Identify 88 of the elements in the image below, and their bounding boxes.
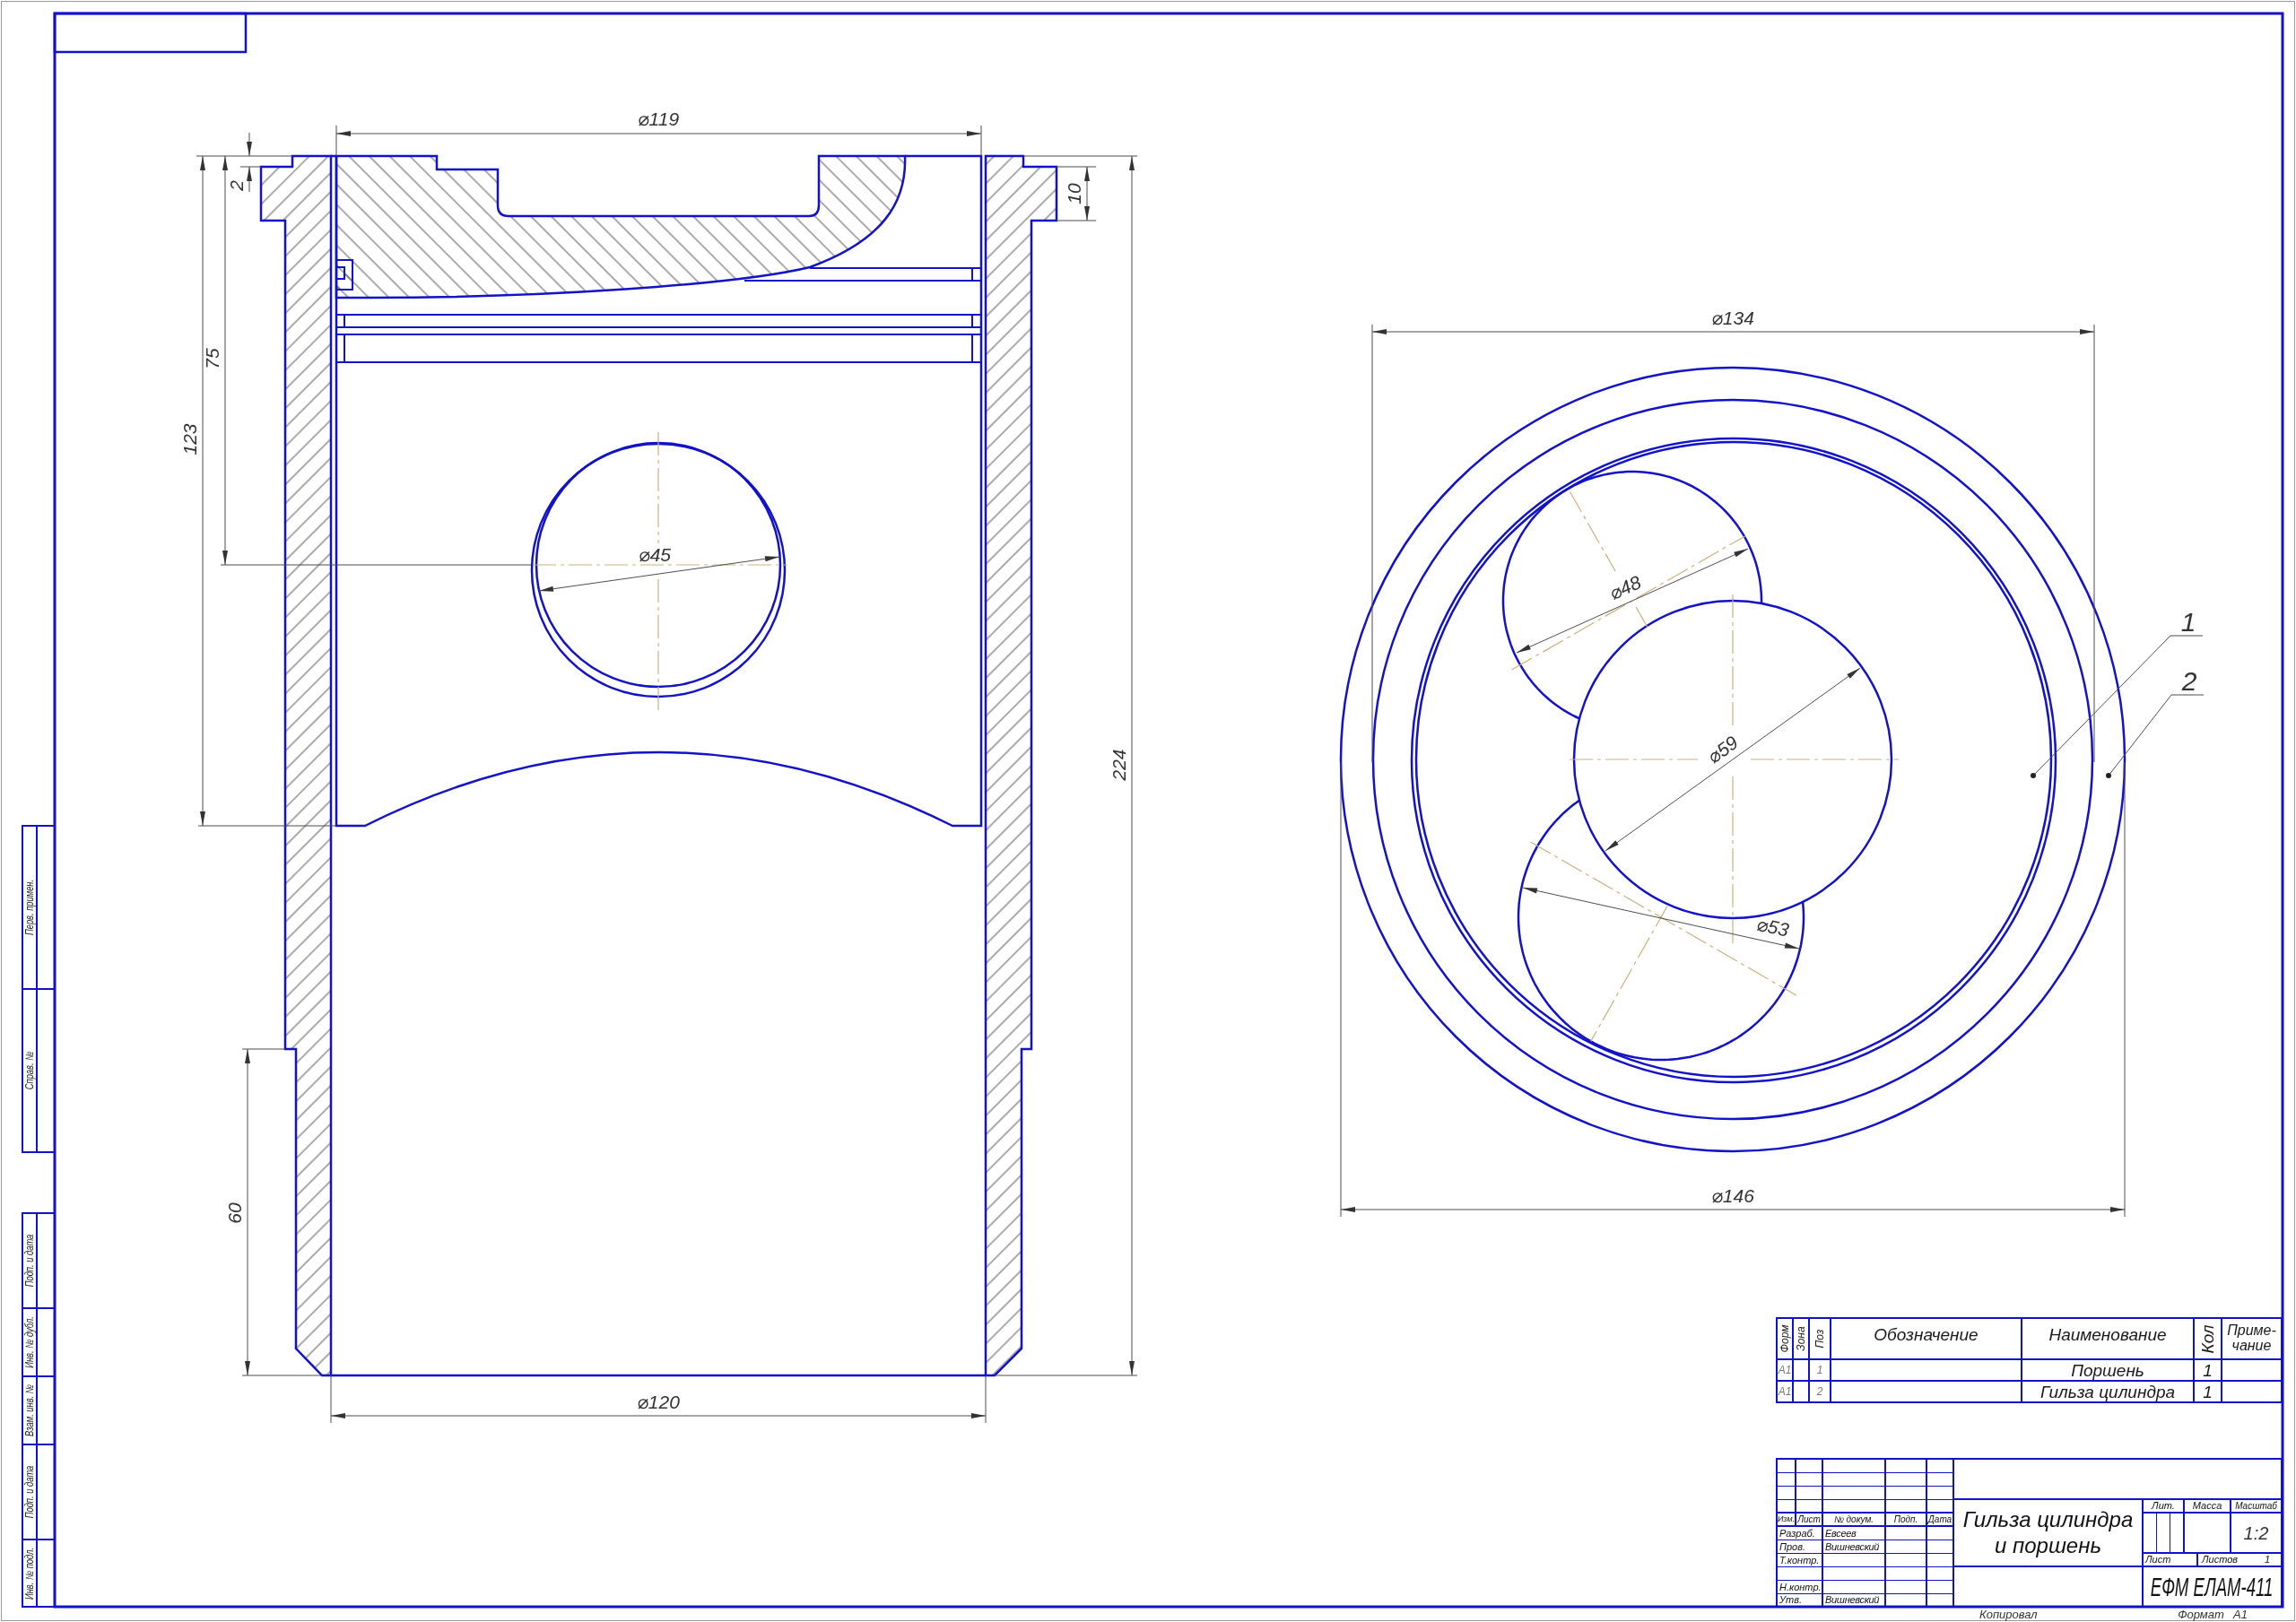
drawing-designation: ЕФМ ЕЛАМ-411 [2151,1573,2274,1600]
column-header: Форм [1779,1324,1790,1353]
extension-line [1056,220,1097,221]
blank-field [1927,1473,1954,1487]
extension-line [335,125,337,157]
extension-line [241,1048,286,1050]
scale-value: 1:2 [2243,1523,2269,1542]
blank-field [1886,1554,1927,1567]
stamp-label: Взам. инв. № [24,1384,35,1436]
format-code: A1 [1778,1365,1792,1375]
signer-name: Вишневский [1825,1595,1880,1605]
dimension-label: 75 [202,348,222,369]
format-code: A1 [1778,1386,1792,1397]
column-header: Зона [1796,1326,1806,1351]
column-header: Дата [1927,1514,1952,1524]
blank-field [1927,1487,1954,1500]
extension-line [239,166,262,168]
column-header: Наименование [2048,1326,2167,1343]
stamp-label: Справ. № [24,1051,35,1090]
column-header: Приме-чание [2226,1323,2277,1354]
blank-field [1927,1581,1954,1594]
column-header: Масса [2192,1501,2222,1511]
blank-field [1886,1567,1927,1581]
extension-line [985,1375,987,1424]
quantity-value: 1 [2203,1383,2213,1401]
blank-field [1886,1487,1927,1500]
dimension-label: 2 [226,180,247,191]
part-name: Поршень [2071,1361,2144,1379]
sheet-count: 1 [2264,1555,2270,1565]
blank-field [1823,1473,1886,1487]
blank-field [1823,1567,1886,1581]
signature-role: Пров. [1779,1541,1805,1552]
stamp-label: Инв. № подл. [24,1547,35,1600]
blank-field [1796,1487,1823,1500]
blank-field [1823,1487,1886,1500]
dimension-label: 60 [224,1202,245,1224]
signature-role: Утв. [1779,1595,1802,1605]
dimension-label: ⌀53 [1754,913,1791,941]
format-value: A1 [2233,1608,2248,1620]
dimension-label: ⌀59 [1703,732,1742,768]
footer-label: Копировал [1979,1608,2038,1620]
position-number: 2 [2181,666,2197,696]
signer-name: Вишневский [1825,1541,1880,1552]
position-number: 1 [2180,607,2196,637]
drawing-title: Гильза цилиндра и поршень [1961,1506,2135,1559]
dimension-label: ⌀120 [637,1392,680,1412]
column-header: Поз [1814,1329,1825,1349]
column-header: Масштаб [2235,1501,2277,1511]
dimension-label: ⌀45 [639,544,671,565]
column-header: № докум. [1833,1514,1874,1524]
dimension-label: 10 [1064,183,1084,204]
blank-field [1927,1540,1954,1554]
dimension-line [1084,166,1090,221]
sheet-label: Лист [2145,1555,2171,1565]
dimension-label: 123 [179,423,200,455]
blank-field [1927,1567,1954,1581]
extension-line [1056,166,1097,168]
column-header: Лист [1797,1514,1821,1524]
blank-field [1796,1473,1823,1487]
dimension-label: 224 [1109,749,1129,781]
dimension-line [247,132,252,193]
stamp-label: Подп. и дата [24,1234,35,1288]
signature-role: Т.контр. [1779,1555,1820,1566]
signature-role: Разраб. [1779,1528,1815,1539]
quantity-value: 1 [2203,1361,2213,1379]
column-header: Обозначение [1874,1326,1979,1343]
stamp-label: Перв. примен. [24,879,35,936]
column-header: Изм. [1777,1515,1796,1523]
footer-label: Формат [2178,1608,2224,1620]
sheets-label: Листов [2202,1555,2239,1565]
dimension-label: ⌀146 [1711,1185,1754,1206]
part-name: Гильза цилиндра [2039,1383,2175,1401]
extension-line [980,125,982,157]
dimension-label: ⌀119 [637,108,680,129]
blank-field [1886,1581,1927,1594]
dimension-label: ⌀134 [1711,308,1754,328]
blank-field [1886,1473,1927,1487]
dimension-label: ⌀48 [1605,571,1645,604]
extension-line [330,1375,332,1424]
stamp-label: Инв. № дубл. [24,1316,35,1368]
column-header: Кол [2199,1323,2216,1354]
column-header: Лит. [2152,1501,2175,1511]
signature-role: Н.контр. [1779,1582,1822,1592]
position-number: 2 [1816,1386,1823,1397]
position-number: 1 [1816,1365,1823,1375]
column-header: Подп. [1893,1514,1918,1524]
signer-name: Евсеев [1825,1528,1857,1539]
stamp-label: Подп. и дата [24,1465,35,1519]
